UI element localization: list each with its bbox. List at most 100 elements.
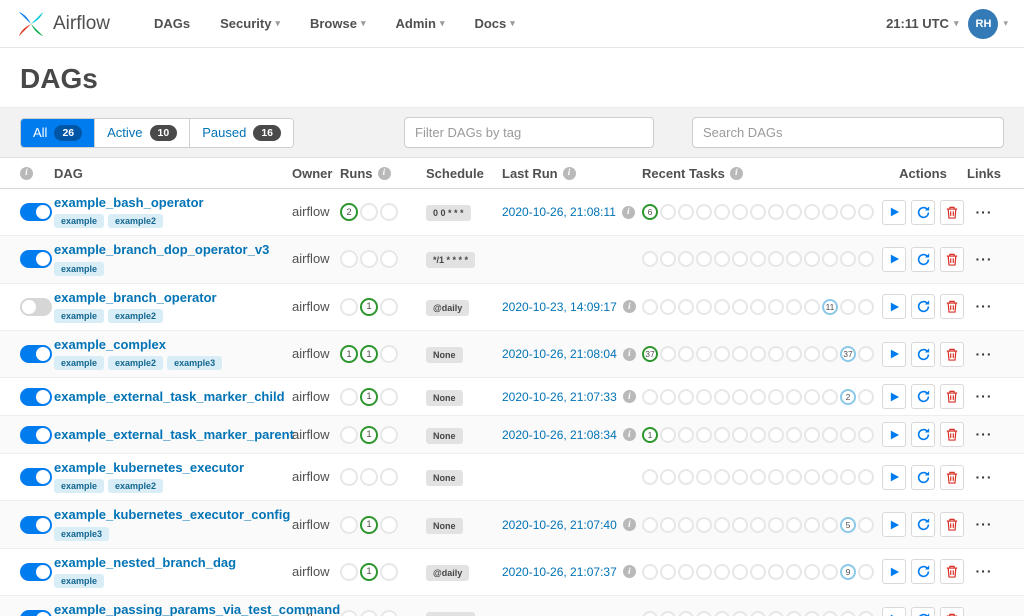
task-status-circle[interactable] (696, 469, 712, 486)
search-dags-input[interactable] (692, 117, 1004, 148)
dag-name-link[interactable]: example_passing_params_via_test_command (54, 602, 340, 616)
task-status-circle[interactable] (678, 346, 694, 363)
task-status-circle[interactable] (804, 611, 820, 616)
task-status-circle[interactable] (858, 611, 874, 616)
task-status-circle[interactable] (642, 298, 658, 315)
trigger-dag-button[interactable] (882, 294, 906, 320)
task-status-circle[interactable] (660, 298, 676, 315)
nav-item-docs[interactable]: Docs (474, 16, 514, 31)
last-run-link[interactable]: 2020-10-26, 21:07:40 (502, 518, 617, 532)
refresh-dag-button[interactable] (911, 246, 935, 272)
dag-pause-toggle[interactable] (20, 203, 52, 222)
run-status-circle[interactable]: 1 (340, 345, 358, 364)
dag-name-link[interactable]: example_complex (54, 337, 284, 352)
nav-item-browse[interactable]: Browse (310, 16, 366, 31)
task-status-circle[interactable] (786, 251, 802, 268)
dag-pause-toggle[interactable] (20, 425, 52, 444)
run-status-circle[interactable] (340, 250, 358, 269)
task-status-circle[interactable] (696, 611, 712, 616)
task-status-circle[interactable] (732, 251, 748, 268)
task-status-circle[interactable] (858, 346, 874, 363)
task-status-circle[interactable] (750, 426, 766, 443)
run-status-circle[interactable] (340, 425, 358, 444)
dag-pause-toggle[interactable] (20, 562, 52, 581)
refresh-dag-button[interactable] (911, 559, 935, 585)
run-status-circle[interactable] (360, 468, 378, 487)
task-status-circle[interactable] (768, 251, 784, 268)
dag-pause-toggle[interactable] (20, 387, 52, 406)
run-status-circle[interactable] (360, 203, 378, 222)
dag-tag[interactable]: example2 (108, 356, 164, 371)
task-status-circle[interactable] (678, 388, 694, 405)
links-menu-button[interactable] (976, 393, 993, 400)
task-status-circle[interactable] (858, 469, 874, 486)
run-status-circle[interactable] (380, 297, 398, 316)
task-status-circle[interactable] (678, 298, 694, 315)
run-status-circle[interactable] (380, 562, 398, 581)
nav-item-dags[interactable]: DAGs (154, 16, 190, 31)
task-status-circle[interactable]: 11 (822, 298, 838, 315)
task-status-circle[interactable] (660, 388, 676, 405)
task-status-circle[interactable] (678, 563, 694, 580)
run-status-circle[interactable]: 1 (360, 515, 378, 534)
task-status-circle[interactable] (822, 469, 838, 486)
task-status-circle[interactable] (840, 611, 856, 616)
dag-tag[interactable]: example3 (167, 356, 223, 371)
task-status-circle[interactable] (750, 611, 766, 616)
task-status-circle[interactable] (768, 469, 784, 486)
task-status-circle[interactable] (642, 516, 658, 533)
task-status-circle[interactable] (678, 611, 694, 616)
run-status-circle[interactable] (340, 515, 358, 534)
task-status-circle[interactable] (642, 563, 658, 580)
task-status-circle[interactable] (642, 251, 658, 268)
run-status-circle[interactable]: 1 (360, 297, 378, 316)
run-status-circle[interactable] (380, 468, 398, 487)
task-status-circle[interactable] (732, 563, 748, 580)
run-status-circle[interactable] (340, 562, 358, 581)
task-status-circle[interactable] (750, 516, 766, 533)
tab-paused[interactable]: Paused 16 (190, 118, 294, 147)
task-status-circle[interactable] (714, 563, 730, 580)
task-status-circle[interactable] (804, 251, 820, 268)
trigger-dag-button[interactable] (882, 559, 906, 585)
task-status-circle[interactable] (786, 346, 802, 363)
last-run-link[interactable]: 2020-10-26, 21:08:34 (502, 428, 617, 442)
task-status-circle[interactable] (786, 516, 802, 533)
run-status-circle[interactable] (340, 610, 358, 616)
task-status-circle[interactable] (678, 204, 694, 221)
task-status-circle[interactable] (696, 388, 712, 405)
task-status-circle[interactable] (750, 204, 766, 221)
last-run-link[interactable]: 2020-10-23, 14:09:17 (502, 300, 617, 314)
task-status-circle[interactable] (768, 426, 784, 443)
dag-name-link[interactable]: example_nested_branch_dag (54, 555, 284, 570)
task-status-circle[interactable] (804, 563, 820, 580)
delete-dag-button[interactable] (940, 294, 964, 320)
task-status-circle[interactable] (678, 469, 694, 486)
task-status-circle[interactable] (804, 346, 820, 363)
refresh-dag-button[interactable] (911, 199, 935, 225)
task-status-circle[interactable] (678, 251, 694, 268)
task-status-circle[interactable] (804, 388, 820, 405)
task-status-circle[interactable] (786, 204, 802, 221)
task-status-circle[interactable] (768, 298, 784, 315)
delete-dag-button[interactable] (940, 464, 964, 490)
run-status-circle[interactable] (380, 345, 398, 364)
task-status-circle[interactable] (750, 469, 766, 486)
task-status-circle[interactable] (804, 298, 820, 315)
task-status-circle[interactable] (840, 204, 856, 221)
nav-item-security[interactable]: Security (220, 16, 280, 31)
nav-item-admin[interactable]: Admin (395, 16, 444, 31)
task-status-circle[interactable] (714, 388, 730, 405)
task-status-circle[interactable] (750, 251, 766, 268)
task-status-circle[interactable] (840, 298, 856, 315)
user-menu[interactable]: RH (968, 8, 1008, 39)
task-status-circle[interactable] (714, 516, 730, 533)
dag-tag[interactable]: example (54, 356, 105, 371)
dag-tag[interactable]: example (54, 214, 105, 229)
task-status-circle[interactable] (714, 298, 730, 315)
last-run-link[interactable]: 2020-10-26, 21:07:37 (502, 565, 617, 579)
delete-dag-button[interactable] (940, 422, 964, 448)
task-status-circle[interactable] (714, 346, 730, 363)
task-status-circle[interactable] (660, 611, 676, 616)
trigger-dag-button[interactable] (882, 246, 906, 272)
